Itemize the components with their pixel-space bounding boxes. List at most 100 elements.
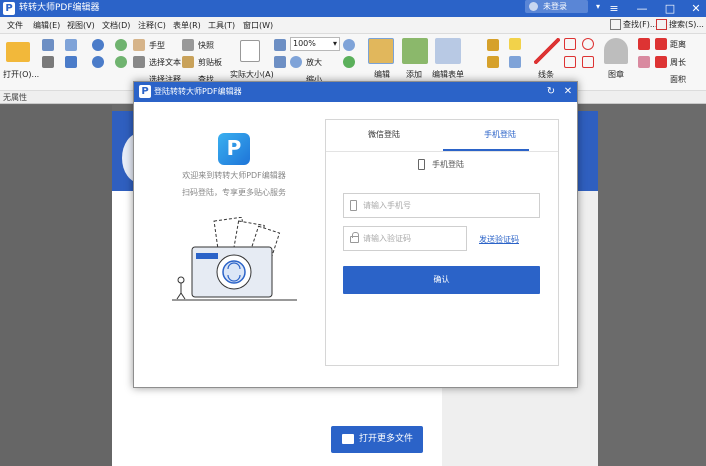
folder-icon [342,434,354,444]
find-menu-button[interactable]: 查找(F)... [610,19,657,30]
distance-icon[interactable] [655,38,667,50]
distance-button[interactable]: 距离 [670,39,686,50]
snapshot-button[interactable]: 快照 [198,40,214,51]
verification-code-input[interactable]: 请输入验证码 [343,226,467,251]
login-status-label: 未登录 [543,2,567,11]
folder-open-icon[interactable] [6,42,30,62]
app-logo-icon: P [3,2,15,15]
close-button[interactable]: ✕ [686,0,706,17]
upload-icon[interactable] [65,56,77,68]
save-icon[interactable] [42,39,54,51]
app-title: 转转大师PDF编辑器 [19,3,100,13]
menu-window[interactable]: 窗口(W) [243,20,273,31]
chevron-down-icon: ▾ [332,39,337,48]
verification-code-placeholder: 请输入验证码 [363,234,411,243]
tab-divider [326,151,558,152]
menu-comment[interactable]: 注释(C) [138,20,166,31]
zoom-in-circle-icon[interactable] [343,39,355,51]
zoom-in-button[interactable]: 放大 [306,57,322,68]
hand-tool-button[interactable]: 手型 [149,40,165,51]
back-icon[interactable] [115,39,127,51]
left-panel-background [0,105,112,466]
area-button[interactable]: 面积 [670,74,686,85]
select-text-button[interactable]: 选择文本 [149,57,181,68]
audio-icon[interactable] [509,56,521,68]
lock-icon [350,232,359,243]
edit-icon[interactable] [368,38,394,64]
open-button[interactable]: 打开(O)... [3,69,39,80]
polygon-icon[interactable] [582,56,594,68]
menu-toggle-icon[interactable]: ≡ [604,0,624,17]
search-icon [656,19,667,30]
line-button[interactable]: 线条 [538,69,554,80]
minimize-button[interactable]: — [632,0,652,17]
hand-icon[interactable] [133,39,145,51]
clipboard-button[interactable]: 剪贴板 [198,57,222,68]
refresh-icon[interactable]: ↻ [544,84,558,100]
rectangle-icon[interactable] [564,56,576,68]
camera-icon[interactable] [182,39,194,51]
zoom-select[interactable]: 100% ▾ [290,37,340,51]
perimeter-icon[interactable] [655,56,667,68]
redo-icon[interactable] [92,56,104,68]
menu-document[interactable]: 文档(D) [102,20,130,31]
add-icon[interactable] [402,38,428,64]
stamp-icon[interactable] [604,38,628,64]
title-bar: P 转转大师PDF编辑器 未登录 ▾ ≡ — □ ✕ [0,0,706,17]
edit-button[interactable]: 编辑 [374,69,390,80]
menu-tools[interactable]: 工具(T) [208,20,235,31]
login-dialog-header: P 登陆转转大师PDF编辑器 ↻ ✕ [134,82,577,102]
confirm-button[interactable]: 确认 [343,266,540,294]
phone-login-mode-label: 手机登陆 [432,160,464,169]
brand-logo-icon: P [218,133,250,165]
clipboard-icon[interactable] [182,56,194,68]
actual-size-icon[interactable] [240,40,260,62]
search-menu-button[interactable]: 搜索(S)... [656,19,704,30]
chevron-down-icon: ▾ [595,2,600,11]
add-button[interactable]: 添加 [406,69,422,80]
zoom-in-icon[interactable] [290,56,302,68]
arrow-icon[interactable] [564,38,576,50]
right-gutter-background [598,105,706,466]
pen-icon[interactable] [638,38,650,50]
actual-size-button[interactable]: 实际大小(A) [230,69,274,80]
welcome-text: 欢迎来到转转大师PDF编辑器 [182,171,286,180]
rotate-icon[interactable] [343,56,355,68]
line-icon[interactable] [534,38,560,64]
text-field-icon[interactable] [487,39,499,51]
fit-page-icon[interactable] [274,39,286,51]
menu-bar: 文件 编辑(E) 视图(V) 文档(D) 注释(C) 表单(R) 工具(T) 窗… [0,17,706,34]
edit-form-icon[interactable] [435,38,461,64]
tab-phone-login[interactable]: 手机登陆 [442,120,558,150]
login-status-button[interactable]: 未登录 ▾ [525,0,600,13]
open-more-files-button[interactable]: 打开更多文件 [331,426,423,453]
eraser-icon[interactable] [638,56,650,68]
forward-icon[interactable] [115,56,127,68]
perimeter-button[interactable]: 周长 [670,57,686,68]
login-panel: 微信登陆 手机登陆 手机登陆 请输入手机号 请输入验证码 发送验证码 确认 [325,119,559,366]
fit-width-icon[interactable] [274,56,286,68]
stamp-button[interactable]: 图章 [608,69,624,80]
phone-login-mode: 手机登陆 [418,159,464,170]
print-icon[interactable] [42,56,54,68]
phone-number-input[interactable]: 请输入手机号 [343,193,540,218]
login-dialog-title: 登陆转转大师PDF编辑器 [154,87,242,96]
sticky-note-icon[interactable] [509,38,521,50]
undo-icon[interactable] [92,39,104,51]
tab-wechat-login[interactable]: 微信登陆 [326,120,442,150]
menu-form[interactable]: 表单(R) [173,20,201,31]
circle-icon[interactable] [582,38,594,50]
email-icon[interactable] [65,39,77,51]
phone-icon [418,159,425,170]
text-box-icon[interactable] [487,56,499,68]
menu-edit[interactable]: 编辑(E) [33,20,60,31]
edit-form-button[interactable]: 编辑表单 [432,69,464,80]
camera-illustration [172,217,297,301]
send-code-link[interactable]: 发送验证码 [479,234,519,245]
properties-label: 无属性 [3,93,27,102]
menu-view[interactable]: 视图(V) [67,20,95,31]
menu-file[interactable]: 文件 [7,20,23,31]
maximize-button[interactable]: □ [660,0,680,17]
select-text-icon[interactable] [133,56,145,68]
dialog-close-icon[interactable]: ✕ [561,84,575,100]
